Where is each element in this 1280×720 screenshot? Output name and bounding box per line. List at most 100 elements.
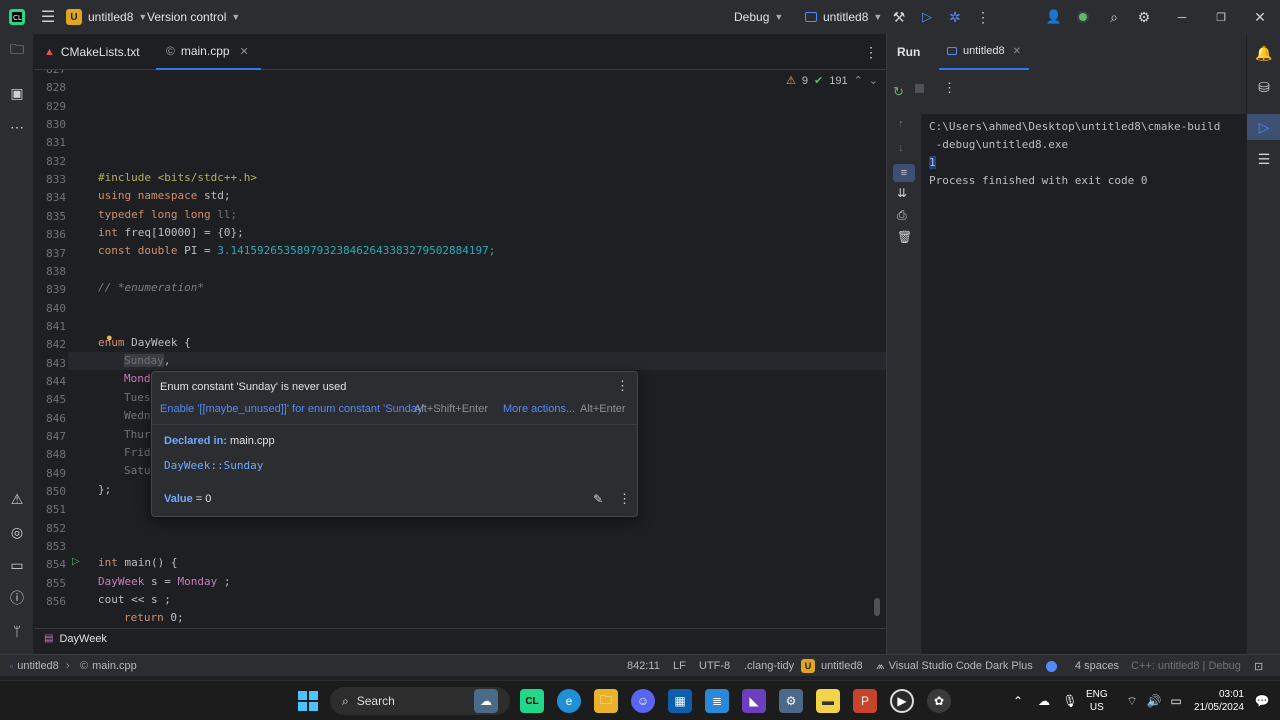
run-more-icon[interactable]: ⋮ (943, 80, 956, 96)
status-project[interactable]: ▫ untitled8 (10, 655, 59, 677)
project-selector[interactable]: U untitled8 ▼ (66, 0, 147, 34)
database-icon[interactable]: ⛁ (1247, 74, 1280, 100)
settings-gear-icon[interactable]: ⚙ (1135, 0, 1153, 34)
structure-list-icon[interactable]: ☰ (1247, 146, 1280, 172)
language-indicator[interactable]: ENG US (1086, 688, 1108, 714)
structure-icon[interactable]: ▣ (0, 80, 34, 106)
fix-link[interactable]: Enable '[[maybe_unused]]' for enum const… (160, 403, 425, 415)
windows-start-icon[interactable] (296, 689, 320, 713)
run-gutter-icon[interactable]: ▷ (72, 556, 80, 567)
clion-logo-icon[interactable]: CL (8, 0, 26, 34)
declared-file[interactable]: main.cpp (230, 435, 275, 447)
editor-tabs: ▲ CMakeLists.txt © main.cpp ✕ ⋮ (34, 34, 886, 70)
more-actions-link[interactable]: More actions... (503, 403, 575, 415)
notifications-bell-icon[interactable]: 🔔 (1247, 40, 1280, 66)
ai-assistant-icon[interactable] (1074, 0, 1092, 34)
media-player-icon[interactable]: ▶ (890, 689, 914, 713)
status-project2[interactable]: U untitled8 (801, 655, 863, 677)
more-tools-icon[interactable]: ⋯ (0, 114, 34, 140)
run-tab-untitled8[interactable]: untitled8 ✕ (939, 34, 1029, 70)
build-hammer-icon[interactable]: ⚒ (890, 0, 908, 34)
file-encoding[interactable]: UTF-8 (699, 655, 730, 677)
store-icon[interactable]: ▦ (668, 689, 692, 713)
indent-setting[interactable]: 4 spaces (1075, 655, 1119, 677)
breadcrumb-item[interactable]: DayWeek (59, 633, 106, 645)
rerun-icon[interactable]: ↻ (893, 84, 904, 100)
folder-app-icon[interactable]: ▬ (816, 689, 840, 713)
close-tab-icon[interactable]: ✕ (240, 45, 249, 58)
debug-bug-icon[interactable]: ✲ (946, 0, 964, 34)
discord-icon[interactable]: ☺ (631, 689, 655, 713)
trash-icon[interactable]: 🗑 (897, 230, 912, 244)
status-file[interactable]: © main.cpp (80, 655, 137, 677)
print-icon[interactable]: ⎙ (897, 208, 907, 223)
resolve-context[interactable]: C++: untitled8 | Debug (1131, 655, 1241, 677)
lock-icon[interactable]: ⊡ (1254, 655, 1263, 677)
scrollbar-thumb[interactable] (874, 598, 880, 616)
more-vertical-icon[interactable]: ⋮ (974, 0, 992, 34)
line-number: 837 (46, 246, 66, 260)
close-tab-icon[interactable]: ✕ (1013, 46, 1021, 57)
declared-in: Declared in: main.cpp (164, 435, 275, 447)
warning-count: 9 (801, 74, 808, 87)
chatgpt-icon[interactable]: ✿ (927, 689, 951, 713)
notifications-info-icon[interactable]: ⓘ (0, 585, 34, 611)
arrow-up-icon[interactable]: ↑ (898, 118, 904, 130)
clion-taskbar-icon[interactable]: CL (520, 689, 544, 713)
popup-options-icon[interactable]: ⋮ (616, 378, 629, 394)
caret-position[interactable]: 842:11 (627, 655, 660, 677)
status-dot-icon[interactable] (1046, 655, 1057, 677)
stop-icon[interactable] (915, 84, 924, 93)
minimize-icon[interactable]: ─ (1172, 0, 1192, 34)
edit-pencil-icon[interactable]: ✎ (593, 492, 603, 506)
terminal-icon[interactable]: ▭ (0, 552, 34, 578)
visual-studio-icon[interactable]: ◣ (742, 689, 766, 713)
main-menu-icon[interactable]: ☰ (38, 0, 58, 34)
tab-options-icon[interactable]: ⋮ (864, 34, 878, 70)
clang-tidy-status[interactable]: .clang-tidy (744, 655, 794, 677)
tab-cmakelists[interactable]: ▲ CMakeLists.txt (44, 34, 140, 70)
line-number: 851 (46, 503, 66, 517)
popup-more-icon[interactable]: ⋮ (618, 491, 631, 507)
chevron-up-icon[interactable]: ⌃ (854, 74, 863, 87)
soft-wrap-icon[interactable]: ≡ (893, 164, 915, 182)
wifi-icon[interactable]: ⌔ (1120, 689, 1144, 713)
version-control-menu[interactable]: Version control ▼ (147, 0, 240, 34)
services-icon[interactable]: ◎ (0, 519, 34, 545)
edge-browser-icon[interactable]: e (557, 689, 581, 713)
settings-app-icon[interactable]: ⚙ (779, 689, 803, 713)
code-editor[interactable]: ⚠ 9 ✔ 191 ⌃ ⌄ 827 828 829 830 831 832 833 834 83… (34, 70, 886, 628)
scroll-to-end-icon[interactable]: ⇊ (897, 186, 907, 200)
cpp-file-icon: © (80, 660, 89, 672)
project-folder-icon[interactable]: 🗀 (0, 38, 34, 64)
chevron-down-icon[interactable]: ⌄ (869, 74, 878, 87)
right-tool-strip: 🔔 ⛁ ▷ ☰ (1246, 34, 1280, 654)
powerpoint-icon[interactable]: P (853, 689, 877, 713)
close-window-icon[interactable]: ✕ (1250, 0, 1270, 34)
file-explorer-icon[interactable]: 🗀 (594, 689, 618, 713)
run-tool-icon[interactable]: ▷ (1247, 114, 1280, 140)
arrow-down-icon[interactable]: ↓ (898, 142, 904, 154)
run-target-selector[interactable]: untitled8 ▼ (805, 0, 882, 34)
inspection-widget[interactable]: ⚠ 9 ✔ 191 ⌃ ⌄ (786, 74, 878, 88)
theme-indicator[interactable]: ⩕ Visual Studio Code Dark Plus (876, 655, 1033, 677)
tab-main-cpp[interactable]: © main.cpp ✕ (156, 34, 261, 70)
notepad-icon[interactable]: ≣ (705, 689, 729, 713)
code-line-841: enum DayWeek { (98, 336, 191, 349)
problems-icon[interactable]: ⚠ (0, 486, 34, 512)
git-icon[interactable]: ᛘ (0, 618, 34, 644)
line-separator[interactable]: LF (673, 655, 686, 677)
add-user-icon[interactable]: 👤 (1045, 0, 1063, 34)
run-play-icon[interactable]: ▷ (918, 0, 936, 34)
battery-icon[interactable]: ▭ (1164, 689, 1188, 713)
clock[interactable]: 03:01 21/05/2024 (1190, 688, 1244, 714)
onedrive-icon[interactable]: ☁ (1032, 689, 1056, 713)
console-output[interactable]: C:\Users\ahmed\Desktop\untitled8\cmake-b… (921, 114, 1247, 654)
tray-chevron-up-icon[interactable]: ⌃ (1006, 689, 1030, 713)
search-icon[interactable]: ⌕ (1105, 0, 1123, 34)
restore-icon[interactable]: ❐ (1211, 0, 1231, 34)
microphone-icon[interactable]: 🎙 (1058, 689, 1082, 713)
build-config-selector[interactable]: Debug ▼ (734, 0, 783, 34)
volume-icon[interactable]: 🔊 (1142, 689, 1166, 713)
notification-center-icon[interactable]: 💬 (1250, 689, 1274, 713)
